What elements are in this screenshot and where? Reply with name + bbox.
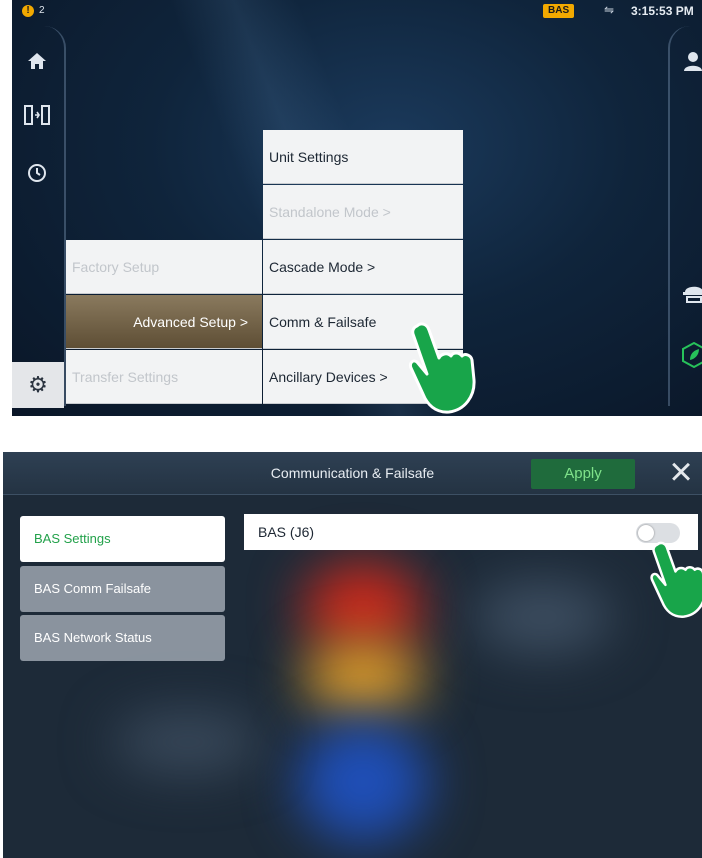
usb-icon: ⇋: [604, 3, 615, 17]
settings-gear-button[interactable]: ⚙: [12, 362, 64, 408]
menu-item-cascade-mode[interactable]: Cascade Mode >: [263, 240, 463, 294]
pointing-hand-icon: [407, 318, 477, 416]
right-nav-rail: [668, 26, 702, 406]
transfer-icon[interactable]: [24, 104, 50, 128]
setup-menu: Factory Setup Advanced Setup > Transfer …: [66, 240, 262, 406]
background-blur-orange: [303, 642, 423, 712]
technician-icon[interactable]: [682, 282, 702, 310]
menu-item-unit-settings[interactable]: Unit Settings: [263, 130, 463, 184]
menu-item-standalone-mode[interactable]: Standalone Mode >: [263, 185, 463, 239]
warning-icon[interactable]: !: [22, 5, 34, 17]
comm-failsafe-screenshot: Communication & Failsafe Apply × BAS Set…: [3, 452, 702, 858]
tab-bas-network-status[interactable]: BAS Network Status: [20, 615, 225, 661]
close-icon[interactable]: ×: [661, 452, 701, 494]
apply-button[interactable]: Apply: [531, 459, 635, 489]
bas-status-badge: BAS: [543, 4, 575, 18]
menu-screenshot: ! 2 BAS ⇋ 3:15:53 PM ⚙ Factory Setup Adv…: [12, 0, 702, 416]
menu-item-factory-setup[interactable]: Factory Setup: [66, 240, 262, 294]
tab-bas-settings[interactable]: BAS Settings: [20, 516, 225, 562]
background-blur-red: [303, 562, 423, 652]
menu-item-transfer-settings[interactable]: Transfer Settings: [66, 350, 262, 404]
menu-item-advanced-setup[interactable]: Advanced Setup >: [66, 295, 262, 349]
bas-j6-label: BAS (J6): [258, 524, 315, 540]
dialog-header: Communication & Failsafe Apply ×: [3, 452, 702, 495]
user-icon[interactable]: [682, 50, 702, 78]
left-nav-rail: ⚙: [12, 26, 66, 408]
pointing-hand-icon-2: [648, 538, 702, 625]
clock: 3:15:53 PM: [631, 4, 694, 18]
background-blur-blue: [298, 722, 428, 842]
tab-bas-comm-failsafe[interactable]: BAS Comm Failsafe: [20, 566, 225, 612]
history-icon[interactable]: [24, 162, 50, 186]
bas-j6-row: BAS (J6): [244, 514, 698, 550]
background-blur-grey-2: [473, 582, 613, 652]
leaf-icon[interactable]: [682, 341, 702, 374]
alert-count: 2: [39, 5, 45, 16]
background-blur-grey: [113, 712, 263, 772]
home-icon[interactable]: [24, 50, 50, 74]
gear-icon: ⚙: [28, 372, 48, 397]
status-bar: ! 2 BAS ⇋ 3:15:53 PM: [12, 0, 702, 22]
